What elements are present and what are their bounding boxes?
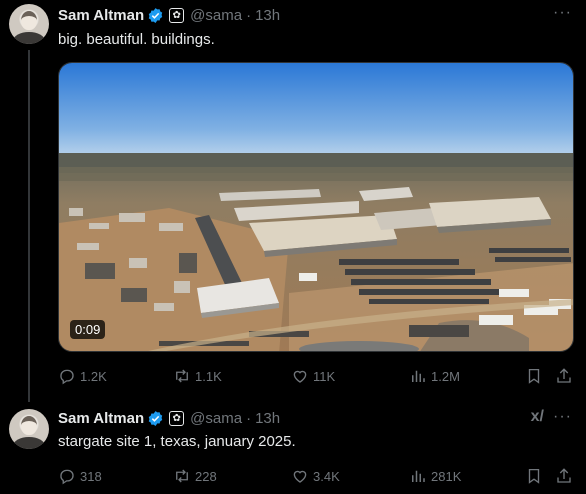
like-button[interactable]: 3.4K bbox=[291, 466, 340, 486]
author-name[interactable]: Sam Altman bbox=[58, 7, 144, 24]
author-handle[interactable]: @sama bbox=[190, 7, 242, 24]
avatar[interactable] bbox=[9, 409, 49, 449]
video-thumbnail bbox=[59, 63, 573, 351]
repost-count: 1.1K bbox=[195, 368, 222, 384]
reply-count: 1.2K bbox=[80, 368, 107, 384]
repost-count: 228 bbox=[195, 468, 217, 484]
heart-icon bbox=[293, 370, 307, 383]
repost-icon bbox=[176, 469, 188, 483]
avatar-face bbox=[21, 416, 37, 435]
openai-affiliation-icon[interactable]: ✿ bbox=[169, 7, 185, 23]
author-name[interactable]: Sam Altman bbox=[58, 410, 144, 427]
video-duration: 0:09 bbox=[70, 320, 106, 339]
avatar-shoulders bbox=[13, 32, 45, 44]
reply-icon bbox=[60, 469, 74, 485]
like-button[interactable]: 11K bbox=[291, 366, 335, 386]
views-button[interactable]: 281K bbox=[409, 466, 461, 486]
share-icon bbox=[557, 368, 571, 383]
tweet-header: Sam Altman ✿ @sama · 13h bbox=[58, 5, 280, 25]
view-count: 1.2M bbox=[431, 368, 460, 384]
share-button[interactable] bbox=[555, 366, 573, 386]
reply-icon bbox=[60, 369, 74, 385]
avatar-shoulders bbox=[13, 437, 45, 449]
author-handle[interactable]: @sama bbox=[190, 410, 242, 427]
bookmark-button[interactable] bbox=[525, 466, 543, 486]
bookmark-button[interactable] bbox=[525, 366, 543, 386]
separator: · bbox=[246, 409, 252, 427]
timestamp[interactable]: 13h bbox=[255, 7, 280, 24]
tweet[interactable]: Sam Altman ✿ @sama · 13h x/ ··· stargate… bbox=[0, 398, 586, 494]
tweet-text: stargate site 1, texas, january 2025. bbox=[58, 433, 296, 450]
grok-icon[interactable]: x/ bbox=[531, 408, 544, 426]
repost-icon bbox=[176, 369, 188, 383]
share-button[interactable] bbox=[555, 466, 573, 486]
avatar-face bbox=[21, 11, 37, 30]
more-options-icon[interactable]: ··· bbox=[553, 4, 572, 22]
thread-line bbox=[28, 50, 30, 402]
views-button[interactable]: 1.2M bbox=[409, 366, 460, 386]
reply-button[interactable]: 1.2K bbox=[58, 366, 107, 386]
bookmark-icon bbox=[528, 368, 540, 384]
separator: · bbox=[246, 6, 252, 24]
verified-badge-icon bbox=[148, 7, 163, 23]
verified-badge-icon bbox=[148, 410, 163, 426]
tweet-actions: 318 228 3.4K 281K bbox=[58, 466, 574, 486]
like-count: 11K bbox=[313, 368, 336, 384]
more-options-icon[interactable]: ··· bbox=[553, 408, 572, 426]
repost-button[interactable]: 228 bbox=[173, 466, 217, 486]
openai-affiliation-icon[interactable]: ✿ bbox=[169, 410, 185, 426]
like-count: 3.4K bbox=[313, 468, 340, 484]
tweet-actions: 1.2K 1.1K 11K 1.2M bbox=[58, 366, 574, 386]
bookmark-icon bbox=[528, 468, 540, 484]
heart-icon bbox=[293, 470, 307, 483]
repost-button[interactable]: 1.1K bbox=[173, 366, 222, 386]
video-player[interactable]: 0:09 bbox=[58, 62, 574, 352]
timestamp[interactable]: 13h bbox=[255, 410, 280, 427]
tweet-header: Sam Altman ✿ @sama · 13h bbox=[58, 408, 280, 428]
avatar[interactable] bbox=[9, 4, 49, 44]
tweet-text: big. beautiful. buildings. bbox=[58, 31, 215, 48]
tweet[interactable]: Sam Altman ✿ @sama · 13h ··· big. beauti… bbox=[0, 0, 586, 402]
views-chart-icon bbox=[412, 370, 425, 382]
reply-button[interactable]: 318 bbox=[58, 466, 102, 486]
reply-count: 318 bbox=[80, 468, 102, 484]
share-icon bbox=[557, 468, 571, 483]
views-chart-icon bbox=[412, 470, 425, 482]
view-count: 281K bbox=[431, 468, 462, 484]
